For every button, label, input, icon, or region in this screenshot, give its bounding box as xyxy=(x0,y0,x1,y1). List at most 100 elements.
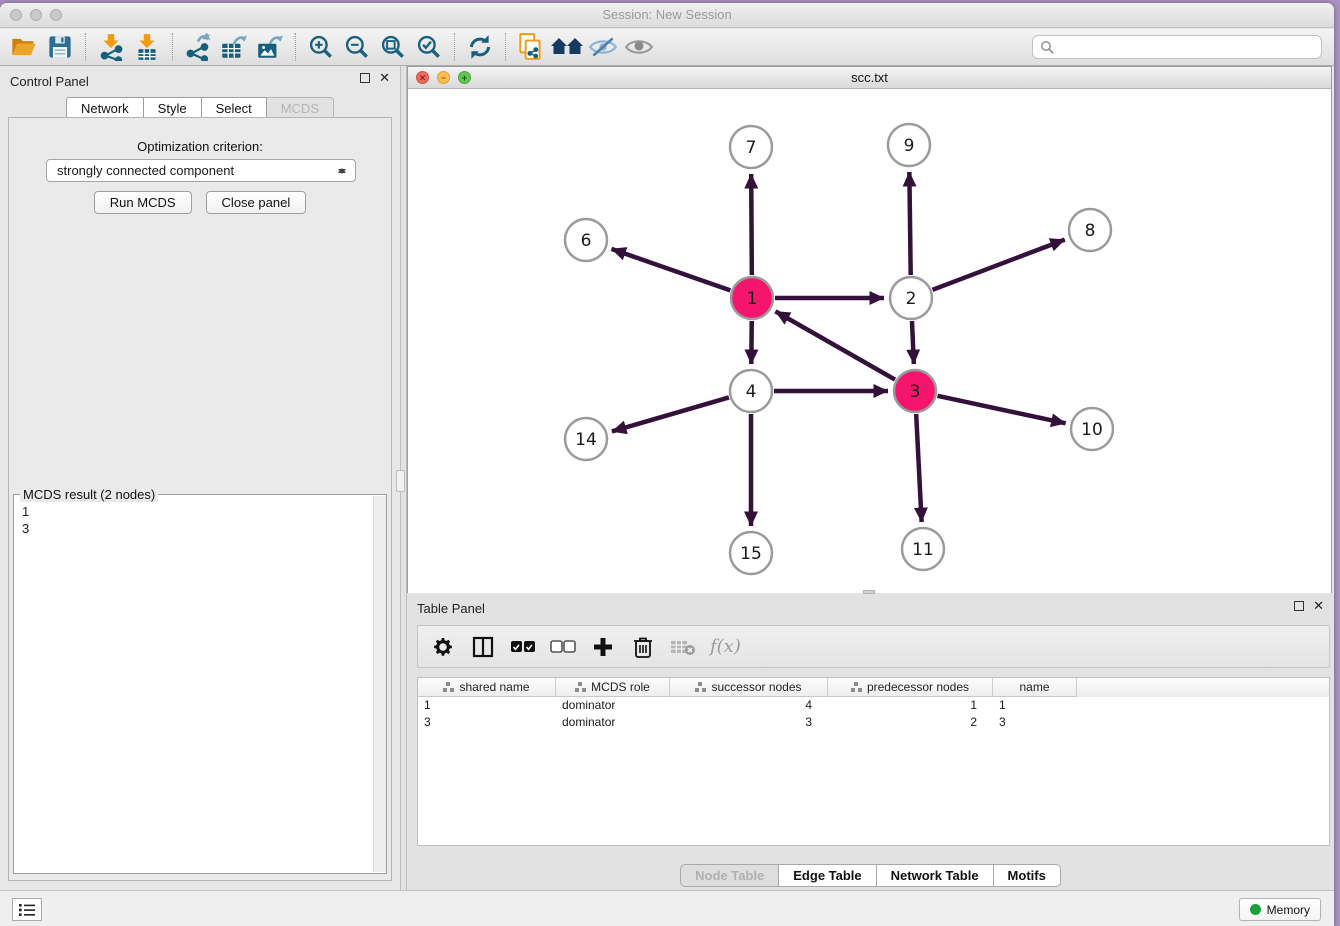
graph-node-label-2: 2 xyxy=(906,289,917,309)
zoom-out-button[interactable] xyxy=(339,31,375,63)
fx-icon: f(x) xyxy=(710,636,741,657)
graph-node-label-9: 9 xyxy=(904,136,915,156)
search-input[interactable] xyxy=(1054,40,1314,54)
close-table-panel-icon[interactable]: ✕ xyxy=(1313,601,1324,611)
delete-row-button[interactable] xyxy=(630,632,656,662)
graph-edge-2-8[interactable] xyxy=(933,240,1065,290)
graph-edge-3-10[interactable] xyxy=(937,396,1065,424)
save-session-button[interactable] xyxy=(42,31,78,63)
graph-node-label-11: 11 xyxy=(912,540,934,560)
table-cell[interactable]: 3 xyxy=(418,714,556,731)
graph-svg[interactable]: 7968124314101511 xyxy=(408,89,1331,593)
columns-icon xyxy=(472,636,494,658)
tab-motifs[interactable]: Motifs xyxy=(994,864,1061,887)
column-header-MCDS-role[interactable]: MCDS role xyxy=(556,678,670,697)
mcds-result-items: 1 3 xyxy=(22,503,29,537)
column-label: shared name xyxy=(459,680,529,694)
clone-network-icon xyxy=(516,32,546,62)
add-row-button[interactable] xyxy=(590,632,616,662)
table-row[interactable]: 1dominator411 xyxy=(418,697,1329,714)
run-mcds-button[interactable]: Run MCDS xyxy=(94,191,192,214)
titlebar: Session: New Session xyxy=(0,3,1334,28)
close-panel-button[interactable]: Close panel xyxy=(206,191,307,214)
home-panels-button[interactable] xyxy=(549,31,585,63)
eye-icon xyxy=(624,35,654,59)
float-panel-icon[interactable] xyxy=(360,73,370,83)
tab-network-table[interactable]: Network Table xyxy=(877,864,994,887)
zoom-fit-button[interactable] xyxy=(375,31,411,63)
column-header-predecessor-nodes[interactable]: predecessor nodes xyxy=(828,678,993,697)
table-cell[interactable]: 1 xyxy=(993,697,1077,714)
export-image-button[interactable] xyxy=(252,31,288,63)
hide-panels-button[interactable] xyxy=(585,31,621,63)
zoom-in-button[interactable] xyxy=(303,31,339,63)
network-window-titlebar[interactable]: ✕ − + scc.txt xyxy=(408,67,1331,89)
show-column-panel-button[interactable] xyxy=(470,632,496,662)
column-label: MCDS role xyxy=(591,680,650,694)
table-header-row: shared name MCDS role successor nodes prede… xyxy=(418,678,1329,697)
toolbar-separator xyxy=(454,33,455,61)
clone-network-view-button[interactable] xyxy=(513,31,549,63)
table-cell[interactable]: 1 xyxy=(828,697,993,714)
open-session-button[interactable] xyxy=(6,31,42,63)
function-builder-button[interactable]: f(x) xyxy=(710,632,741,662)
task-history-button[interactable] xyxy=(12,898,42,921)
search-box[interactable] xyxy=(1032,35,1322,59)
panel-splitter[interactable] xyxy=(400,66,407,890)
graph-edge-1-7[interactable] xyxy=(751,174,752,275)
toolbar-separator xyxy=(172,33,173,61)
column-tree-icon xyxy=(575,682,586,692)
result-scrollbar[interactable] xyxy=(373,496,386,872)
export-network-icon xyxy=(184,33,212,61)
delete-table-button[interactable] xyxy=(670,632,696,662)
table-panel: Table Panel ✕ xyxy=(407,594,1334,890)
graph-edge-3-1[interactable] xyxy=(775,311,895,379)
tab-node-table[interactable]: Node Table xyxy=(680,864,779,887)
graph-node-label-1: 1 xyxy=(747,289,758,309)
save-floppy-icon xyxy=(47,34,73,60)
graph-edge-3-11[interactable] xyxy=(916,414,921,522)
column-header-successor-nodes[interactable]: successor nodes xyxy=(670,678,828,697)
graph-edge-2-3[interactable] xyxy=(912,321,914,364)
main-toolbar xyxy=(0,29,1334,66)
table-cell[interactable]: 3 xyxy=(670,714,828,731)
column-header-name[interactable]: name xyxy=(993,678,1077,697)
node-table[interactable]: shared name MCDS role successor nodes prede… xyxy=(417,677,1330,846)
zoom-out-icon xyxy=(343,33,371,61)
import-table-button[interactable] xyxy=(129,31,165,63)
splitter-grip[interactable] xyxy=(396,470,405,492)
export-table-button[interactable] xyxy=(216,31,252,63)
table-row[interactable]: 3dominator323 xyxy=(418,714,1329,731)
memory-button[interactable]: Memory xyxy=(1239,898,1321,921)
criterion-select[interactable]: strongly connected component xyxy=(46,159,356,182)
eye-slash-icon xyxy=(588,35,618,59)
tab-edge-table[interactable]: Edge Table xyxy=(779,864,876,887)
table-panel-title: Table Panel xyxy=(417,601,485,616)
table-cell[interactable]: dominator xyxy=(556,714,670,731)
graph-edge-1-6[interactable] xyxy=(611,249,730,291)
apply-layout-button[interactable] xyxy=(462,31,498,63)
memory-status-icon xyxy=(1250,904,1261,915)
graph-edge-2-9[interactable] xyxy=(909,172,910,275)
toolbar-separator xyxy=(295,33,296,61)
table-cell[interactable]: dominator xyxy=(556,697,670,714)
gear-icon xyxy=(433,637,453,657)
table-cell[interactable]: 2 xyxy=(828,714,993,731)
column-label: predecessor nodes xyxy=(867,680,969,694)
column-header-shared-name[interactable]: shared name xyxy=(418,678,556,697)
window-title: Session: New Session xyxy=(0,7,1334,22)
table-cell[interactable]: 3 xyxy=(993,714,1077,731)
table-cell[interactable]: 1 xyxy=(418,697,556,714)
close-panel-icon[interactable]: ✕ xyxy=(379,73,390,83)
select-all-columns-button[interactable] xyxy=(510,632,536,662)
table-settings-button[interactable] xyxy=(430,632,456,662)
table-cell[interactable]: 4 xyxy=(670,697,828,714)
float-table-panel-icon[interactable] xyxy=(1294,601,1304,611)
show-graphics-details-button[interactable] xyxy=(621,31,657,63)
graph-edge-4-14[interactable] xyxy=(612,397,729,431)
import-network-button[interactable] xyxy=(93,31,129,63)
control-panel-title: Control Panel xyxy=(10,74,89,89)
zoom-selected-button[interactable] xyxy=(411,31,447,63)
export-network-button[interactable] xyxy=(180,31,216,63)
deselect-all-columns-button[interactable] xyxy=(550,632,576,662)
